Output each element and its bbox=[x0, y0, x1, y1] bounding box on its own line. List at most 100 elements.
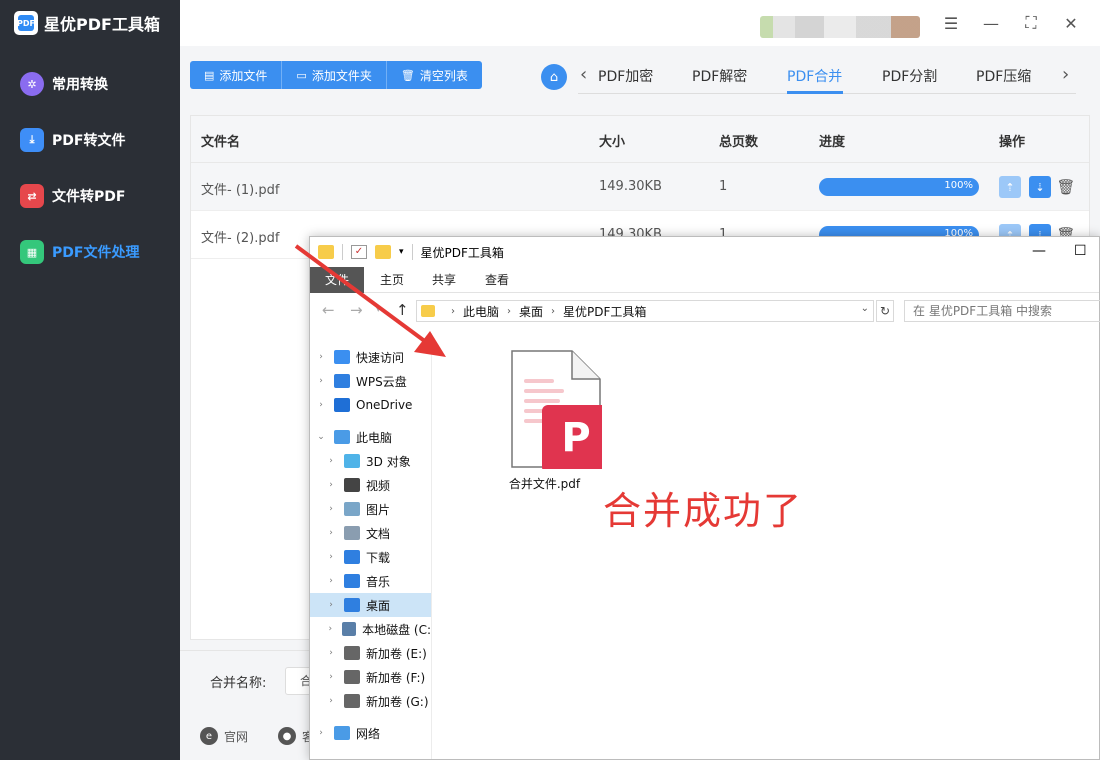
nav-item[interactable]: › 视频 bbox=[310, 473, 431, 497]
clear-list-button[interactable]: 🗑 清空列表 bbox=[387, 61, 482, 89]
back-arrow-icon[interactable]: ← bbox=[322, 301, 335, 319]
nav-item-label: 本地磁盘 (C: bbox=[362, 622, 431, 637]
cloud-icon bbox=[334, 374, 350, 388]
chevron-right-icon[interactable]: › bbox=[326, 552, 336, 562]
refresh-icon[interactable]: ↻ bbox=[876, 300, 894, 322]
nav-item[interactable]: › 图片 bbox=[310, 497, 431, 521]
tab-pdf-compress[interactable]: PDF压缩 bbox=[976, 66, 1031, 86]
address-bar[interactable]: › 此电脑 › 桌面 › 星优PDF工具箱 ⌄ bbox=[416, 300, 874, 322]
nav-item-label: OneDrive bbox=[356, 398, 413, 412]
file-name-label: 合并文件.pdf bbox=[508, 477, 581, 491]
tabs-next-chevron-icon[interactable]: › bbox=[1062, 64, 1069, 85]
ribbon-tab-view[interactable]: 查看 bbox=[473, 267, 521, 293]
chevron-right-icon[interactable]: › bbox=[316, 728, 326, 738]
maximize-button[interactable]: ⛶ bbox=[1020, 12, 1042, 34]
nav-item-label: 3D 对象 bbox=[366, 454, 411, 469]
user-avatar-blurred[interactable] bbox=[760, 16, 920, 38]
breadcrumb-this-pc[interactable]: 此电脑 bbox=[463, 303, 499, 320]
new-folder-icon[interactable] bbox=[375, 245, 391, 259]
chevron-right-icon[interactable]: › bbox=[326, 672, 336, 682]
tab-pdf-split[interactable]: PDF分割 bbox=[882, 66, 937, 86]
chevron-right-icon[interactable]: › bbox=[326, 480, 336, 490]
chevron-right-icon[interactable]: › bbox=[326, 624, 334, 634]
nav-item[interactable]: › 快速访问 bbox=[310, 345, 431, 369]
nav-item[interactable]: › 本地磁盘 (C: bbox=[310, 617, 431, 641]
nav-item[interactable]: › 桌面 bbox=[310, 593, 431, 617]
tab-pdf-decrypt[interactable]: PDF解密 bbox=[692, 66, 747, 86]
delete-icon[interactable]: 🗑 bbox=[1055, 176, 1077, 198]
chevron-right-icon[interactable]: › bbox=[326, 648, 336, 658]
recent-dropdown-icon[interactable]: ▾ bbox=[376, 305, 381, 315]
nav-item[interactable]: ⌄ 此电脑 bbox=[310, 425, 431, 449]
active-tab-indicator bbox=[787, 91, 843, 94]
ribbon-tab-home[interactable]: 主页 bbox=[368, 267, 416, 293]
progress-bar: 100% bbox=[819, 178, 979, 196]
col-pages: 总页数 bbox=[719, 135, 759, 150]
function-tabs: ‹ PDF加密 PDF解密 PDF合并 PDF分割 PDF压缩 › bbox=[578, 58, 1076, 94]
up-arrow-icon[interactable]: ↑ bbox=[396, 301, 409, 319]
svg-text:P: P bbox=[561, 415, 590, 461]
tabs-prev-chevron-icon[interactable]: ‹ bbox=[580, 64, 587, 85]
nav-item[interactable]: › 3D 对象 bbox=[310, 449, 431, 473]
add-file-button[interactable]: ▤ 添加文件 bbox=[190, 61, 283, 89]
properties-check-icon[interactable]: ✓ bbox=[351, 245, 367, 259]
table-row[interactable]: 文件- (1).pdf 149.30KB 1 100% ⇡ ⇣ 🗑 bbox=[191, 163, 1089, 211]
chevron-right-icon[interactable]: › bbox=[326, 504, 336, 514]
nav-item-label: 网络 bbox=[356, 726, 381, 741]
close-button[interactable]: ✕ bbox=[1060, 12, 1082, 34]
add-folder-button[interactable]: ▭ 添加文件夹 bbox=[282, 61, 387, 89]
chevron-right-icon[interactable]: › bbox=[326, 600, 336, 610]
ribbon-tab-share[interactable]: 共享 bbox=[420, 267, 468, 293]
nav-item-label: 下载 bbox=[366, 550, 391, 565]
chevron-right-icon[interactable]: › bbox=[316, 352, 326, 362]
merge-name-label: 合并名称: bbox=[210, 676, 267, 691]
settings-sliders-icon[interactable]: ☰ bbox=[940, 12, 962, 34]
home-button[interactable]: ⌂ bbox=[541, 64, 567, 90]
nav-item[interactable]: › 文档 bbox=[310, 521, 431, 545]
breadcrumb-folder[interactable]: 星优PDF工具箱 bbox=[563, 303, 646, 320]
tab-pdf-merge[interactable]: PDF合并 bbox=[787, 66, 842, 86]
nav-item[interactable]: › 新加卷 (G:) bbox=[310, 689, 431, 713]
sidebar-item-common-convert[interactable]: ✲ 常用转换 bbox=[20, 69, 108, 99]
onedrive-icon bbox=[334, 398, 350, 412]
chevron-right-icon[interactable]: › bbox=[326, 456, 336, 466]
nav-item[interactable]: › 新加卷 (F:) bbox=[310, 665, 431, 689]
explorer-maximize-button[interactable]: ☐ bbox=[1074, 243, 1087, 259]
chevron-right-icon[interactable]: › bbox=[326, 528, 336, 538]
explorer-minimize-button[interactable]: — bbox=[1032, 243, 1046, 259]
trash-icon: 🗑 bbox=[400, 68, 415, 82]
move-up-icon[interactable]: ⇡ bbox=[999, 176, 1021, 198]
explorer-title-bar: ✓ ▾ 星优PDF工具箱 — ☐ bbox=[310, 237, 1099, 267]
chevron-right-icon[interactable]: › bbox=[326, 576, 336, 586]
nav-item[interactable]: › WPS云盘 bbox=[310, 369, 431, 393]
breadcrumb-desktop[interactable]: 桌面 bbox=[519, 303, 543, 320]
sidebar-item-pdf-process[interactable]: ▦ PDF文件处理 bbox=[20, 237, 139, 267]
minimize-button[interactable]: — bbox=[980, 12, 1002, 34]
nav-item[interactable]: › OneDrive bbox=[310, 393, 431, 417]
chevron-down-icon[interactable]: ⌄ bbox=[316, 432, 326, 442]
clear-list-label: 清空列表 bbox=[419, 68, 468, 83]
forward-arrow-icon[interactable]: → bbox=[350, 301, 363, 319]
sidebar-item-file-to-pdf[interactable]: ⇄ 文件转PDF bbox=[20, 181, 125, 211]
nav-item-label: 音乐 bbox=[366, 574, 391, 589]
nav-item[interactable]: › 新加卷 (E:) bbox=[310, 641, 431, 665]
quick-access-dropdown-icon[interactable]: ▾ bbox=[399, 247, 404, 257]
nav-item[interactable]: › 下载 bbox=[310, 545, 431, 569]
separator bbox=[411, 244, 413, 260]
ribbon-tab-file[interactable]: 文件 bbox=[310, 267, 365, 293]
tab-pdf-encrypt[interactable]: PDF加密 bbox=[598, 66, 653, 86]
address-dropdown-icon[interactable]: ⌄ bbox=[861, 303, 869, 314]
chevron-right-icon[interactable]: › bbox=[316, 400, 326, 410]
sidebar-item-pdf-to-file[interactable]: ⤓ PDF转文件 bbox=[20, 125, 125, 155]
chevron-right-icon[interactable]: › bbox=[326, 696, 336, 706]
nav-item[interactable]: › 网络 bbox=[310, 721, 431, 745]
file-to-pdf-icon: ⇄ bbox=[20, 184, 44, 208]
col-filename: 文件名 bbox=[201, 135, 241, 150]
nav-item[interactable]: › 音乐 bbox=[310, 569, 431, 593]
search-input[interactable]: 在 星优PDF工具箱 中搜索 bbox=[904, 300, 1100, 322]
website-link[interactable]: e 官网 bbox=[200, 727, 248, 745]
chevron-right-icon[interactable]: › bbox=[316, 376, 326, 386]
move-down-icon[interactable]: ⇣ bbox=[1029, 176, 1051, 198]
add-file-label: 添加文件 bbox=[219, 68, 268, 83]
sidebar-item-label: 常用转换 bbox=[52, 77, 108, 93]
